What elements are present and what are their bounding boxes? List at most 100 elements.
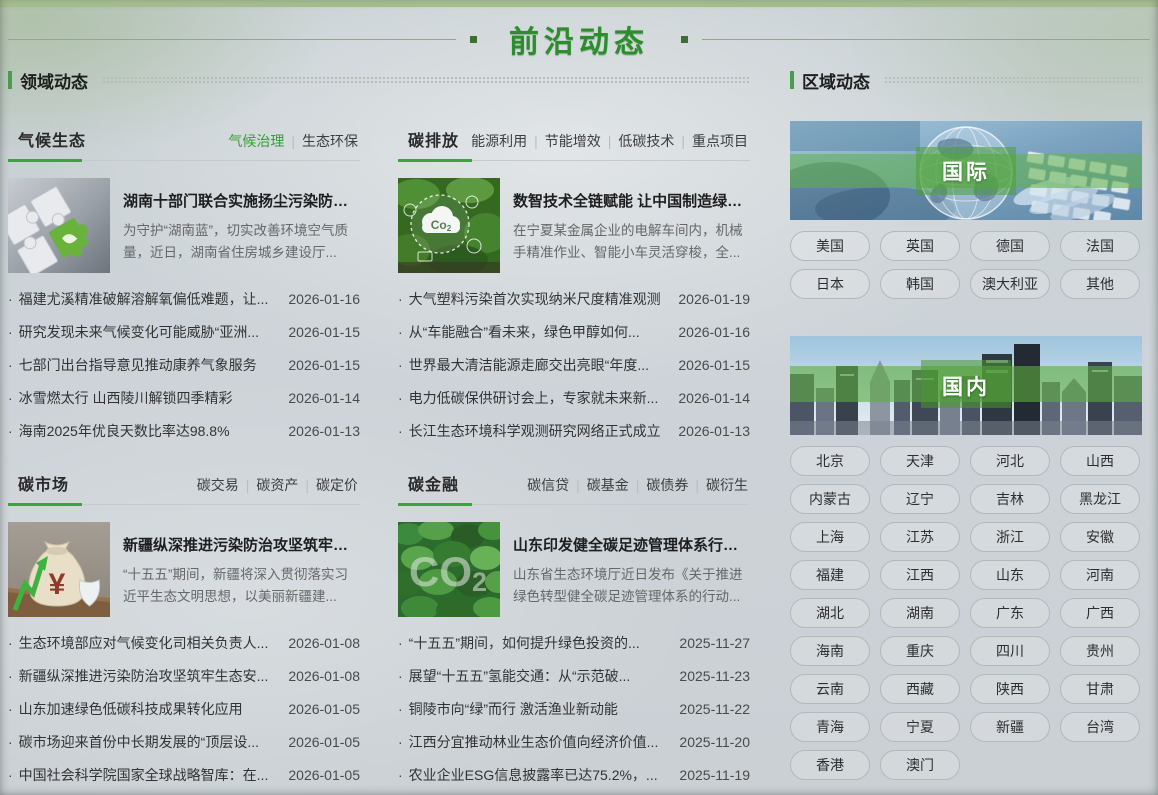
domestic-region-pill[interactable]: 宁夏 [880, 712, 960, 742]
header-square-ornament [470, 36, 477, 43]
news-item[interactable]: 七部门出台指导意见推动康养气象服务2026-01-15 [8, 348, 360, 381]
featured-title[interactable]: 数智技术全链赋能 让中国制造绿色... [513, 190, 750, 211]
domestic-region-pill[interactable]: 山东 [970, 560, 1050, 590]
field-dynamics-title: 领域动态 [20, 68, 88, 93]
domestic-region-pill[interactable]: 香港 [790, 750, 870, 780]
news-item[interactable]: 山东加速绿色低碳科技成果转化应用2026-01-05 [8, 692, 360, 725]
domestic-region-pill[interactable]: 福建 [790, 560, 870, 590]
globe-hand-keyboard-image [790, 121, 1142, 220]
module-tab[interactable]: 碳信贷 [527, 477, 569, 493]
module-tab[interactable]: 碳债券 [646, 477, 688, 493]
module-tab[interactable]: 能源利用 [471, 133, 527, 149]
news-item[interactable]: 研究发现未来气候变化可能威胁“亚洲...2026-01-15 [8, 315, 360, 348]
international-region-pill[interactable]: 日本 [790, 269, 870, 299]
domestic-region-pill[interactable]: 黑龙江 [1060, 484, 1140, 514]
domestic-region-pill[interactable]: 河南 [1060, 560, 1140, 590]
domestic-region-pill[interactable]: 安徽 [1060, 522, 1140, 552]
domestic-region-pill[interactable]: 湖北 [790, 598, 870, 628]
domestic-region-pill[interactable]: 浙江 [970, 522, 1050, 552]
module-tab[interactable]: 碳衍生 [706, 477, 748, 493]
domestic-region-pill[interactable]: 贵州 [1060, 636, 1140, 666]
domestic-region-pill[interactable]: 内蒙古 [790, 484, 870, 514]
news-item[interactable]: 展望“十五五”氢能交通：从“示范破...2025-11-23 [398, 659, 750, 692]
international-region-pill[interactable]: 英国 [880, 231, 960, 261]
domestic-banner[interactable]: 国内 [790, 336, 1142, 435]
domestic-region-pill[interactable]: 吉林 [970, 484, 1050, 514]
international-banner[interactable]: 国际 [790, 121, 1142, 220]
module-category-title[interactable]: 碳金融 [408, 471, 459, 495]
news-item-title: 农业企业ESG信息披露率已达75.2%，... [398, 765, 665, 785]
region-dynamics-title: 区域动态 [802, 68, 870, 93]
news-item[interactable]: 长江生态环境科学观测研究网络正式成立2026-01-13 [398, 414, 750, 447]
international-region-pill[interactable]: 法国 [1060, 231, 1140, 261]
news-item[interactable]: 海南2025年优良天数比率达98.8%2026-01-13 [8, 414, 360, 447]
module-tab[interactable]: 碳资产 [256, 477, 298, 493]
module-category-title[interactable]: 气候生态 [18, 127, 86, 151]
module-tab[interactable]: 节能增效 [545, 133, 601, 149]
international-region-pill[interactable]: 澳大利亚 [970, 269, 1050, 299]
section-accent-bar [790, 71, 794, 89]
domestic-region-pill[interactable]: 青海 [790, 712, 870, 742]
news-item[interactable]: 大气塑料污染首次实现纳米尺度精准观测2026-01-19 [398, 282, 750, 315]
domestic-region-pill[interactable]: 四川 [970, 636, 1050, 666]
featured-thumbnail-money-bag-arrow-image[interactable]: ¥ [8, 522, 110, 617]
domestic-region-pill[interactable]: 辽宁 [880, 484, 960, 514]
featured-title[interactable]: 新疆纵深推进污染防治攻坚筑牢生... [123, 534, 360, 555]
domestic-region-pill[interactable]: 江西 [880, 560, 960, 590]
news-item[interactable]: 电力低碳保供研讨会上，专家就未来新...2026-01-14 [398, 381, 750, 414]
news-item[interactable]: 铜陵市向“绿”而行 激活渔业新动能2025-11-22 [398, 692, 750, 725]
domestic-region-pill[interactable]: 海南 [790, 636, 870, 666]
domestic-region-pill[interactable]: 陕西 [970, 674, 1050, 704]
domestic-region-pill[interactable]: 上海 [790, 522, 870, 552]
news-item-title: 中国社会科学院国家全球战略智库：在... [8, 765, 274, 785]
news-item[interactable]: 生态环境部应对气候变化司相关负责人...2026-01-08 [8, 626, 360, 659]
news-item[interactable]: 碳市场迎来首份中长期发展的“顶层设...2026-01-05 [8, 725, 360, 758]
domestic-region-pill[interactable]: 湖南 [880, 598, 960, 628]
international-region-pill[interactable]: 德国 [970, 231, 1050, 261]
module-header: 碳排放能源利用|节能增效|低碳技术|重点项目 [398, 127, 750, 161]
news-item[interactable]: 冰雪燃太行 山西陵川解锁四季精彩2026-01-14 [8, 381, 360, 414]
domestic-region-pill[interactable]: 江苏 [880, 522, 960, 552]
domestic-region-pill[interactable]: 河北 [970, 446, 1050, 476]
domestic-region-pill[interactable]: 广西 [1060, 598, 1140, 628]
domestic-region-pill[interactable]: 云南 [790, 674, 870, 704]
domestic-region-pill[interactable]: 新疆 [970, 712, 1050, 742]
international-region-pill[interactable]: 韩国 [880, 269, 960, 299]
news-item[interactable]: “十五五”期间，如何提升绿色投资的...2025-11-27 [398, 626, 750, 659]
domestic-region-pill[interactable]: 澳门 [880, 750, 960, 780]
news-item[interactable]: 中国社会科学院国家全球战略智库：在...2026-01-05 [8, 758, 360, 791]
module-tab[interactable]: 气候治理 [228, 133, 284, 149]
domestic-region-pill[interactable]: 台湾 [1060, 712, 1140, 742]
domestic-region-pill[interactable]: 山西 [1060, 446, 1140, 476]
module-tab[interactable]: 碳基金 [587, 477, 629, 493]
international-region-pill[interactable]: 其他 [1060, 269, 1140, 299]
domestic-region-pill[interactable]: 广东 [970, 598, 1050, 628]
domestic-region-pill[interactable]: 天津 [880, 446, 960, 476]
module-tab[interactable]: 生态环保 [302, 133, 358, 149]
featured-thumbnail-puzzle-leaf-image[interactable] [8, 178, 110, 273]
module-tab[interactable]: 重点项目 [692, 133, 748, 149]
domestic-region-pill[interactable]: 北京 [790, 446, 870, 476]
news-item[interactable]: 从“车能融合”看未来，绿色甲醇如何...2026-01-16 [398, 315, 750, 348]
news-item[interactable]: 福建尤溪精准破解溶解氧偏低难题，让...2026-01-16 [8, 282, 360, 315]
news-item[interactable]: 江西分宜推动林业生态价值向经济价值...2025-11-20 [398, 725, 750, 758]
domestic-region-pill[interactable]: 重庆 [880, 636, 960, 666]
module-category-title[interactable]: 碳排放 [408, 127, 459, 151]
featured-title[interactable]: 山东印发健全碳足迹管理体系行动... [513, 534, 750, 555]
module-category-title[interactable]: 碳市场 [18, 471, 69, 495]
featured-thumbnail-forest-co2-image[interactable]: CO2 [398, 522, 500, 617]
news-item[interactable]: 农业企业ESG信息披露率已达75.2%，...2025-11-19 [398, 758, 750, 791]
module-tab[interactable]: 低碳技术 [618, 133, 674, 149]
featured-thumbnail-co2-cloud-leaves-image[interactable]: Co2 [398, 178, 500, 273]
module-tab[interactable]: 碳定价 [316, 477, 358, 493]
international-region-pill[interactable]: 美国 [790, 231, 870, 261]
news-item[interactable]: 新疆纵深推进污染防治攻坚筑牢生态安...2026-01-08 [8, 659, 360, 692]
news-item[interactable]: 世界最大清洁能源走廊交出亮眼“年度...2026-01-15 [398, 348, 750, 381]
active-category-underline [8, 503, 82, 506]
news-item-title: 研究发现未来气候变化可能威胁“亚洲... [8, 322, 274, 342]
featured-summary: 在宁夏某金属企业的电解车间内，机械手精准作业、智能小车灵活穿梭，全... [513, 220, 750, 265]
module-tab[interactable]: 碳交易 [197, 477, 239, 493]
domestic-region-pill[interactable]: 甘肃 [1060, 674, 1140, 704]
domestic-region-pill[interactable]: 西藏 [880, 674, 960, 704]
featured-title[interactable]: 湖南十部门联合实施扬尘污染防治... [123, 190, 360, 211]
